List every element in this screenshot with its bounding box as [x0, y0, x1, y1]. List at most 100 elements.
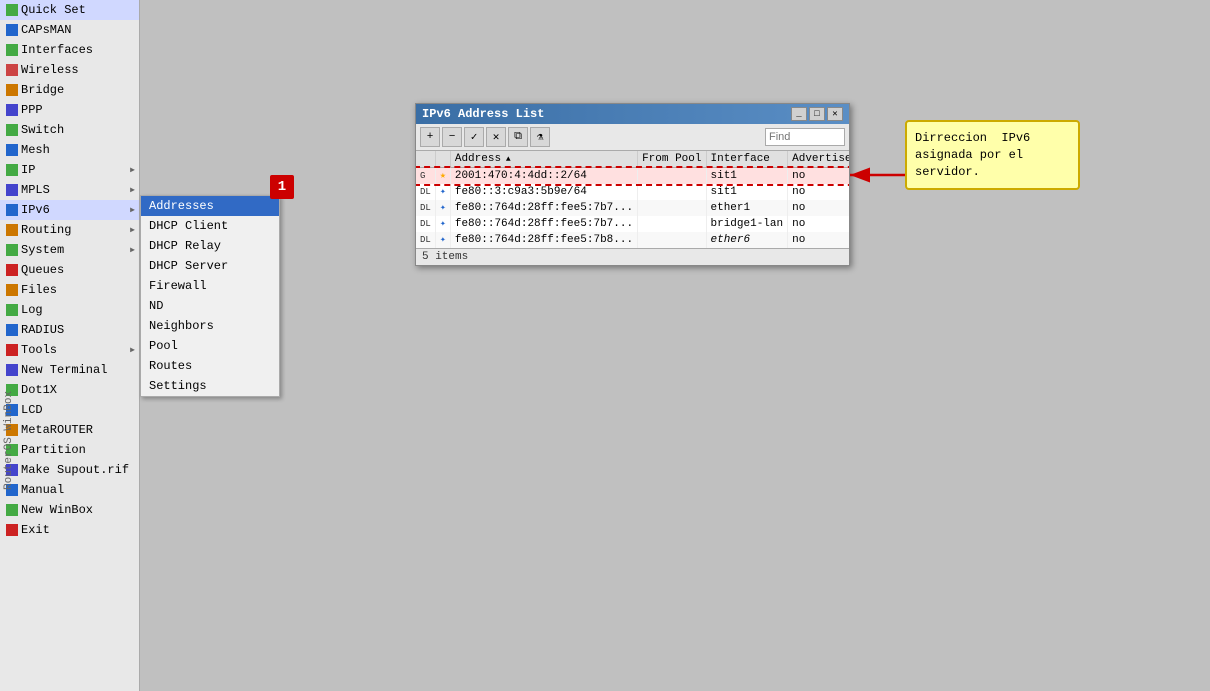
- submenu-item-pool[interactable]: Pool: [141, 336, 279, 356]
- row-flags: DL: [416, 184, 435, 200]
- sidebar-item-wireless[interactable]: Wireless: [0, 60, 139, 80]
- maximize-button[interactable]: □: [809, 107, 825, 121]
- sidebar-item-ipv6[interactable]: IPv6: [0, 200, 139, 220]
- sidebar-item-exit[interactable]: Exit: [0, 520, 139, 540]
- ipv6-icon: [6, 204, 18, 216]
- submenu-item-dhcp-relay[interactable]: DHCP Relay: [141, 236, 279, 256]
- remove-button[interactable]: −: [442, 127, 462, 147]
- sidebar-item-dot1x[interactable]: Dot1X: [0, 380, 139, 400]
- sidebar-item-make-supout[interactable]: Make Supout.rif: [0, 460, 139, 480]
- sidebar-item-partition[interactable]: Partition: [0, 440, 139, 460]
- sidebar-item-tools[interactable]: Tools: [0, 340, 139, 360]
- status-text: 5 items: [422, 251, 468, 263]
- window-titlebar: IPv6 Address List _ □ ✕: [416, 104, 849, 124]
- sidebar-item-label: Switch: [21, 123, 64, 137]
- submenu-item-dhcp-client[interactable]: DHCP Client: [141, 216, 279, 236]
- sidebar-item-label: Bridge: [21, 83, 64, 97]
- sidebar-item-radius[interactable]: RADIUS: [0, 320, 139, 340]
- row-icon: ★: [435, 168, 450, 185]
- capsman-icon: [6, 24, 18, 36]
- submenu-item-nd[interactable]: ND: [141, 296, 279, 316]
- sidebar-item-label: MetaROUTER: [21, 423, 93, 437]
- close-button[interactable]: ✕: [827, 107, 843, 121]
- manual-icon: [6, 484, 18, 496]
- row-icon: ✦: [435, 200, 450, 216]
- new-winbox-icon: [6, 504, 18, 516]
- col-address[interactable]: Address: [450, 151, 637, 168]
- filter-button[interactable]: ⚗: [530, 127, 550, 147]
- col-from-pool[interactable]: From Pool: [638, 151, 706, 168]
- sidebar-item-label: Exit: [21, 523, 50, 537]
- minimize-button[interactable]: _: [791, 107, 807, 121]
- sidebar-item-lcd[interactable]: LCD: [0, 400, 139, 420]
- table-row[interactable]: DL ✦ fe80::3:c9a3:5b9e/64 sit1 no: [416, 184, 849, 200]
- annotation-text: Dirreccion IPv6asignada por elservidor.: [915, 131, 1030, 179]
- row-from-pool: [638, 200, 706, 216]
- sidebar-item-switch[interactable]: Switch: [0, 120, 139, 140]
- submenu-item-settings[interactable]: Settings: [141, 376, 279, 396]
- sidebar-item-metarouter[interactable]: MetaROUTER: [0, 420, 139, 440]
- sidebar-item-ip[interactable]: IP: [0, 160, 139, 180]
- make-supout-icon: [6, 464, 18, 476]
- ipv6-submenu: Addresses DHCP Client DHCP Relay DHCP Se…: [140, 195, 280, 397]
- bridge-icon: [6, 84, 18, 96]
- col-advertise[interactable]: Advertise: [788, 151, 849, 168]
- row-icon: ✦: [435, 184, 450, 200]
- find-input[interactable]: [765, 128, 845, 146]
- sidebar-item-label: Make Supout.rif: [21, 463, 129, 477]
- table-row[interactable]: DL ✦ fe80::764d:28ff:fee5:7b7... bridge1…: [416, 216, 849, 232]
- mpls-icon: [6, 184, 18, 196]
- terminal-icon: [6, 364, 18, 376]
- sidebar-item-label: RADIUS: [21, 323, 64, 337]
- sidebar-item-label: Files: [21, 283, 57, 297]
- row-icon: ✦: [435, 216, 450, 232]
- submenu-item-routes[interactable]: Routes: [141, 356, 279, 376]
- step-badge: 1: [270, 175, 294, 199]
- row-address: fe80::764d:28ff:fee5:7b7...: [450, 216, 637, 232]
- sidebar-item-queues[interactable]: Queues: [0, 260, 139, 280]
- col-flags: [416, 151, 435, 168]
- submenu-item-dhcp-server[interactable]: DHCP Server: [141, 256, 279, 276]
- sidebar-item-bridge[interactable]: Bridge: [0, 80, 139, 100]
- sidebar-item-mpls[interactable]: MPLS: [0, 180, 139, 200]
- sidebar-item-capsman[interactable]: CAPsMAN: [0, 20, 139, 40]
- submenu-item-neighbors[interactable]: Neighbors: [141, 316, 279, 336]
- sidebar-item-log[interactable]: Log: [0, 300, 139, 320]
- sidebar-item-system[interactable]: System: [0, 240, 139, 260]
- row-interface: bridge1-lan: [706, 216, 788, 232]
- row-flags: G: [416, 168, 435, 185]
- sidebar-item-quick-set[interactable]: Quick Set: [0, 0, 139, 20]
- disable-button[interactable]: ✕: [486, 127, 506, 147]
- col-interface[interactable]: Interface: [706, 151, 788, 168]
- submenu-item-firewall[interactable]: Firewall: [141, 276, 279, 296]
- sidebar-item-label: LCD: [21, 403, 43, 417]
- sidebar-item-ppp[interactable]: PPP: [0, 100, 139, 120]
- sidebar-item-mesh[interactable]: Mesh: [0, 140, 139, 160]
- window-title: IPv6 Address List: [422, 107, 544, 121]
- row-icon: ✦: [435, 232, 450, 248]
- sidebar-item-files[interactable]: Files: [0, 280, 139, 300]
- sidebar-item-routing[interactable]: Routing: [0, 220, 139, 240]
- row-address: fe80::764d:28ff:fee5:7b8...: [450, 232, 637, 248]
- table-row[interactable]: G ★ 2001:470:4:4dd::2/64 sit1 no: [416, 168, 849, 185]
- row-from-pool: [638, 216, 706, 232]
- enable-button[interactable]: ✓: [464, 127, 484, 147]
- sidebar-item-manual[interactable]: Manual: [0, 480, 139, 500]
- copy-button[interactable]: ⧉: [508, 127, 528, 147]
- address-table: Address From Pool Interface Advertise ▼ …: [416, 151, 849, 248]
- sidebar-item-label: Partition: [21, 443, 86, 457]
- submenu-item-addresses[interactable]: Addresses: [141, 196, 279, 216]
- status-bar: 5 items: [416, 248, 849, 265]
- row-flags: DL: [416, 200, 435, 216]
- row-flags: DL: [416, 216, 435, 232]
- sidebar-item-interfaces[interactable]: Interfaces: [0, 40, 139, 60]
- table-row[interactable]: DL ✦ fe80::764d:28ff:fee5:7b8... ether6 …: [416, 232, 849, 248]
- sidebar-item-new-winbox[interactable]: New WinBox: [0, 500, 139, 520]
- row-interface: ether1: [706, 200, 788, 216]
- table-row[interactable]: DL ✦ fe80::764d:28ff:fee5:7b7... ether1 …: [416, 200, 849, 216]
- add-button[interactable]: +: [420, 127, 440, 147]
- sidebar-item-label: Routing: [21, 223, 71, 237]
- ppp-icon: [6, 104, 18, 116]
- files-icon: [6, 284, 18, 296]
- sidebar-item-new-terminal[interactable]: New Terminal: [0, 360, 139, 380]
